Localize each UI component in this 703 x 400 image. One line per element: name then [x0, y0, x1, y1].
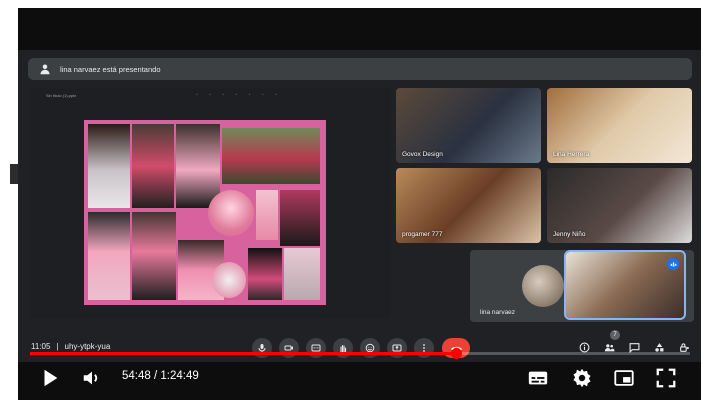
mic-button[interactable]	[252, 338, 272, 358]
shapes-icon	[654, 342, 663, 352]
speaking-indicator	[667, 258, 679, 270]
photo-8	[88, 212, 130, 300]
subtitles-button[interactable]	[526, 366, 550, 390]
time-separator: /	[150, 370, 161, 382]
photo-13	[284, 248, 320, 300]
volume-icon	[83, 371, 98, 385]
presenting-icon	[38, 62, 52, 76]
current-time: 54:48	[122, 370, 151, 382]
duration: 1:24:49	[160, 370, 199, 382]
fullscreen-icon	[656, 368, 676, 388]
participant-name: Jenny Niño	[553, 231, 586, 238]
photo-1	[88, 124, 130, 208]
miniplayer-button[interactable]	[612, 366, 636, 390]
presenting-text: lina narvaez está presentando	[60, 64, 161, 74]
slide-collage	[84, 120, 326, 305]
photo-6	[256, 190, 278, 240]
photo-7	[280, 190, 320, 246]
slides-title: Sin título (1).pptx	[46, 92, 77, 98]
photo-9	[132, 212, 176, 300]
raise-hand-button[interactable]	[333, 338, 353, 358]
photo-5	[208, 190, 254, 236]
participant-tile[interactable]: progamer 777	[396, 168, 541, 243]
chat-icon	[629, 342, 639, 353]
photo-4	[222, 128, 320, 184]
self-name: lina narvaez	[480, 309, 516, 316]
meeting-code: uhy-ytpk-yua	[64, 342, 111, 351]
scrubber-handle[interactable]	[450, 348, 462, 359]
progress-played	[30, 352, 457, 355]
participant-name: Lina Herrera	[553, 151, 590, 158]
avatar	[522, 265, 564, 307]
presenting-banner: lina narvaez está presentando	[28, 58, 692, 80]
more-options-button[interactable]	[414, 338, 434, 358]
slides-toolbar-icons: ◦ ◦ ◦ ◦ ◦ ◦ ◦	[196, 92, 282, 98]
meeting-separator: |	[56, 342, 59, 351]
meeting-time: 11:05	[31, 342, 51, 351]
present-button[interactable]	[387, 338, 407, 358]
slides-toolbar: Sin título (1).pptx ◦ ◦ ◦ ◦ ◦ ◦ ◦	[30, 88, 390, 102]
participant-tile[interactable]: Jenny Niño	[547, 168, 692, 243]
meeting-info: 11:05 | uhy-ytpk-yua	[31, 342, 116, 351]
miniplayer-icon	[614, 370, 634, 386]
participant-tile[interactable]: Lina Herrera	[547, 88, 692, 163]
emoji-button[interactable]	[360, 338, 380, 358]
participant-name: Govox Design	[402, 151, 443, 158]
participant-tile[interactable]: Govox Design	[396, 88, 541, 163]
lock-person-icon	[679, 342, 689, 352]
subtitles-icon	[528, 371, 548, 385]
photo-11	[212, 262, 246, 298]
photo-2	[132, 124, 174, 208]
fullscreen-button[interactable]	[654, 366, 678, 390]
camera-button[interactable]	[279, 338, 299, 358]
participant-name: progamer 777	[402, 231, 443, 238]
settings-button[interactable]	[570, 366, 594, 390]
video-player[interactable]: lina narvaez está presentando Sin título…	[18, 8, 701, 400]
play-button[interactable]	[38, 366, 62, 390]
mute-button[interactable]	[80, 366, 104, 390]
video-frame: lina narvaez está presentando Sin título…	[0, 0, 703, 400]
photo-12	[248, 248, 282, 300]
captions-button[interactable]	[306, 338, 326, 358]
progress-bar[interactable]	[30, 348, 690, 359]
people-icon	[604, 343, 615, 351]
participant-count-badge: 7	[610, 330, 620, 340]
play-icon	[44, 369, 58, 387]
photo-3	[176, 124, 220, 208]
gear-icon	[573, 368, 591, 388]
time-display: 54:48 / 1:24:49	[122, 370, 199, 382]
info-icon	[579, 342, 589, 352]
left-edge-handle	[10, 164, 18, 184]
